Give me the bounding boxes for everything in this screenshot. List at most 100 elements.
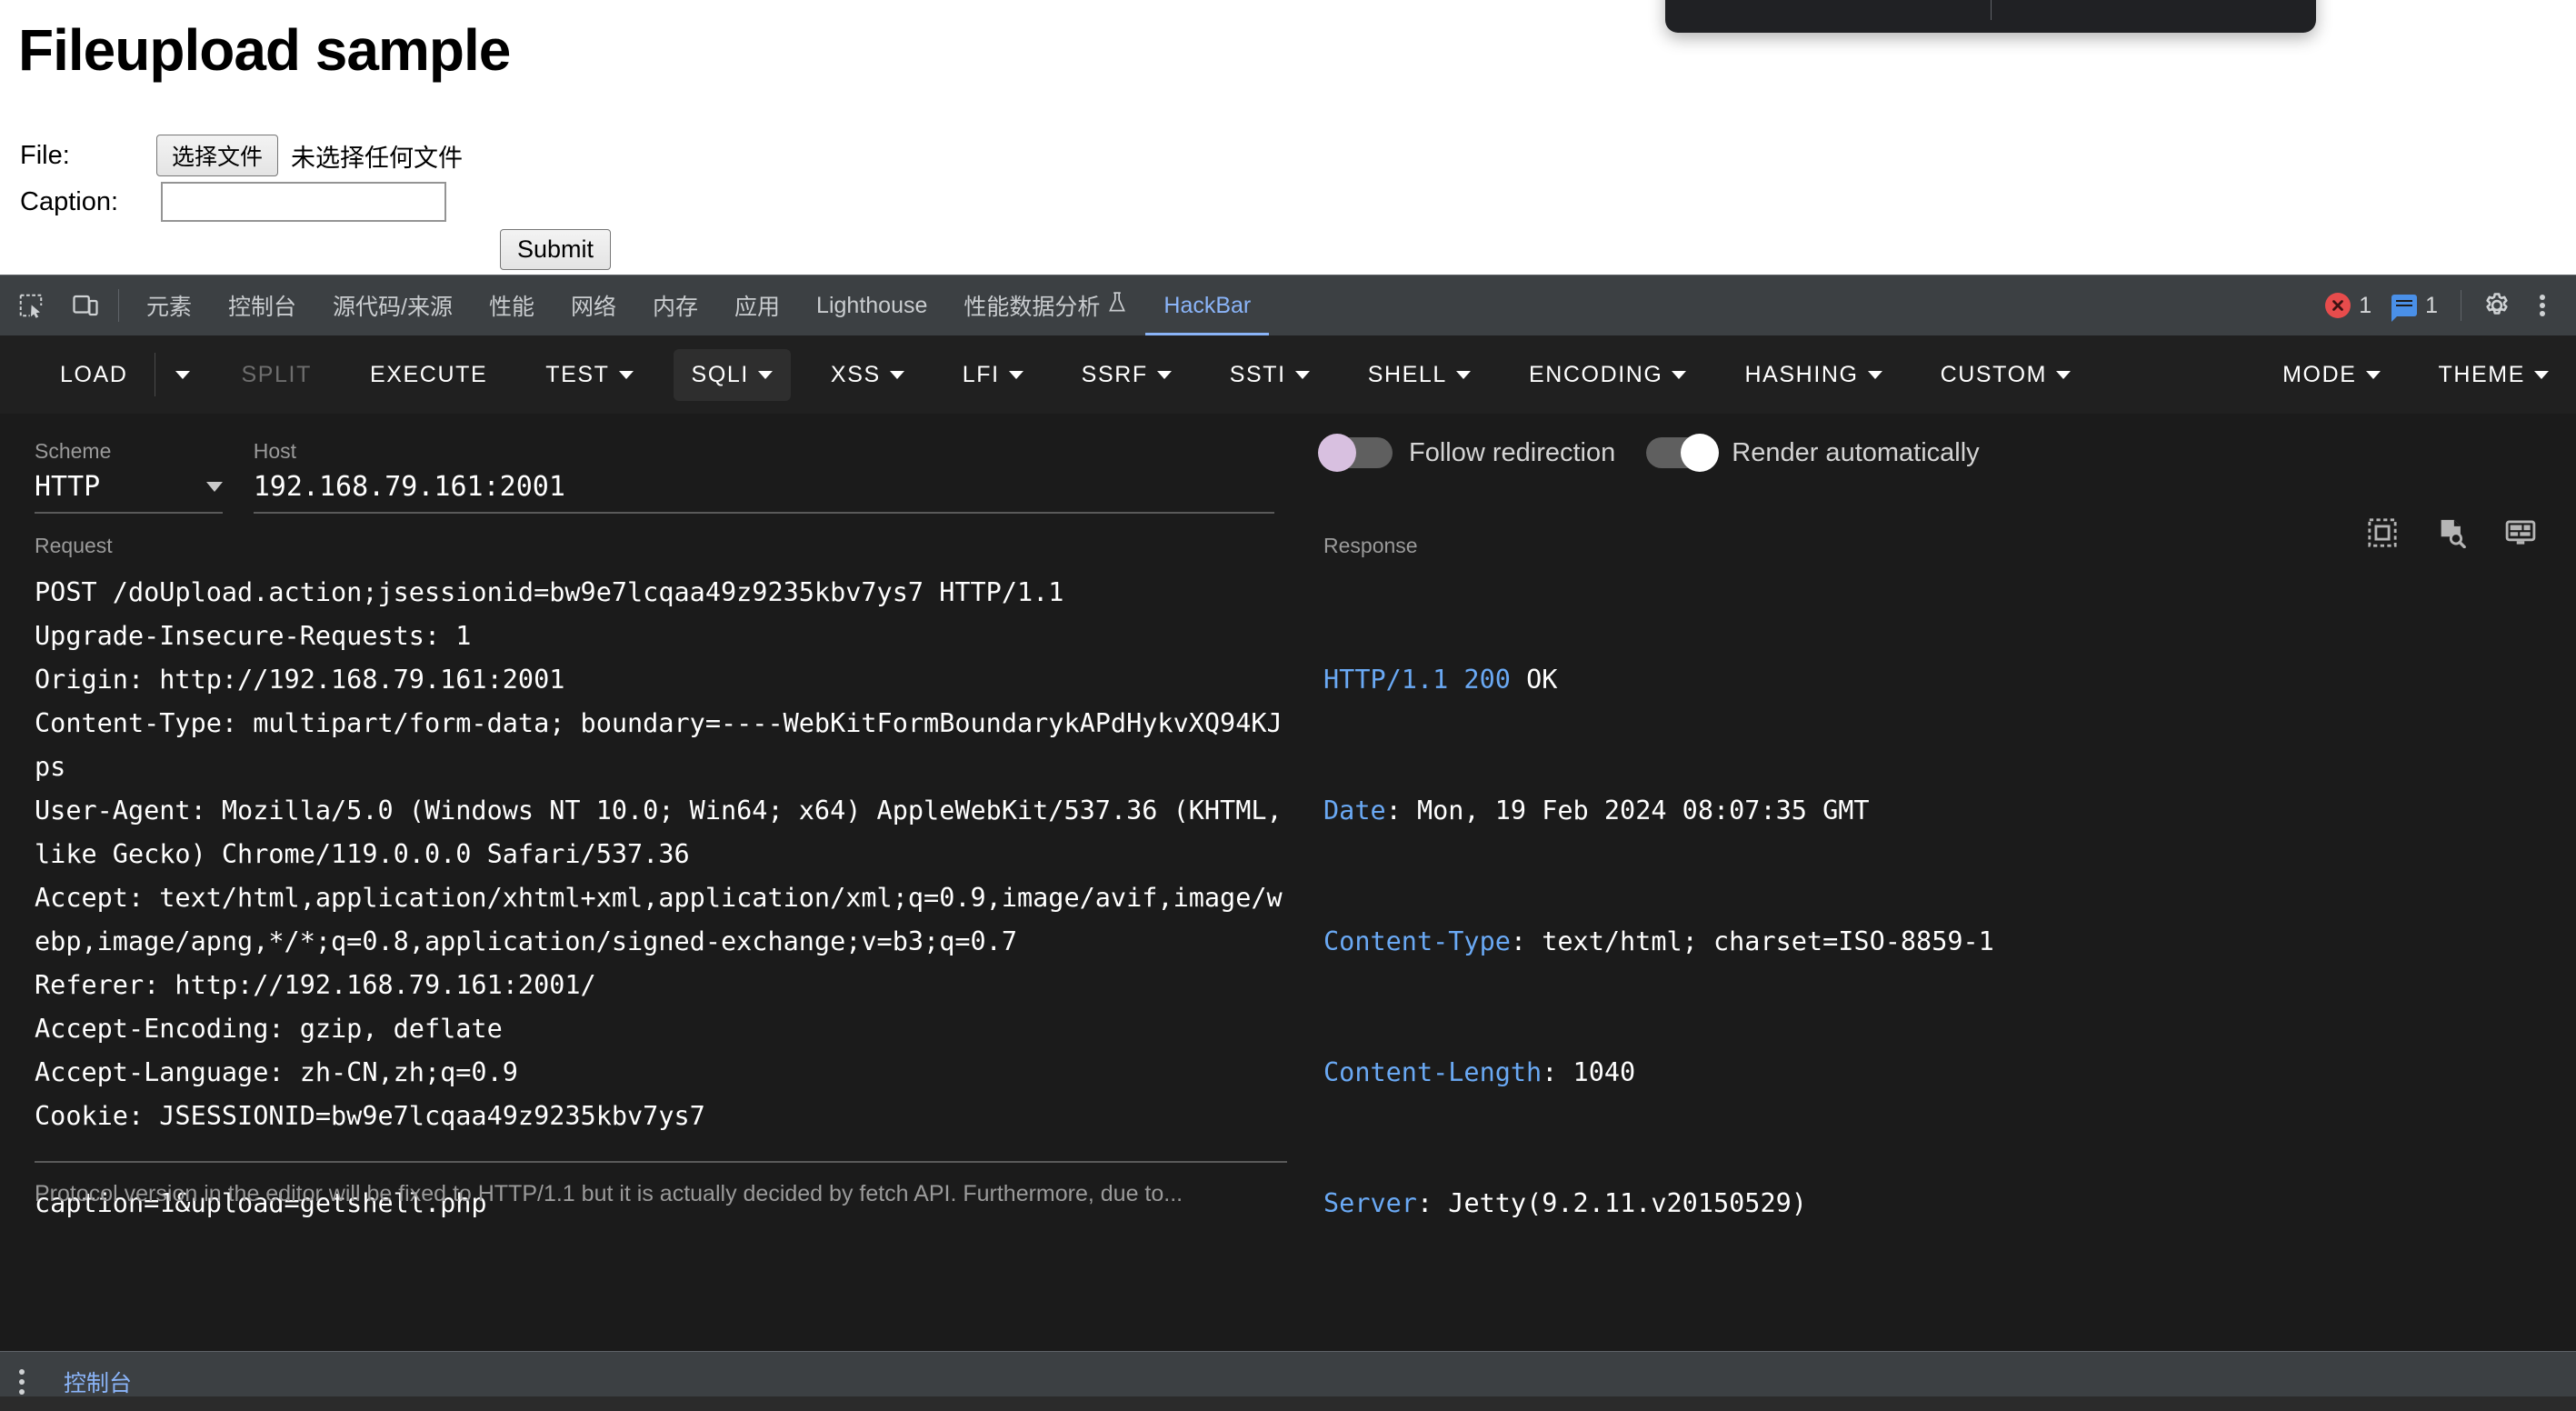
choose-file-button[interactable]: 选择文件	[156, 135, 278, 176]
execute-button[interactable]: EXECUTE	[352, 349, 505, 401]
response-toolbar	[2367, 517, 2536, 553]
kebab-menu-icon[interactable]	[2521, 285, 2563, 326]
tab-label: HackBar	[1163, 293, 1251, 319]
response-header-line: Server: Jetty(9.2.11.v20150529)	[1323, 1182, 2541, 1226]
tab-label: 性能	[489, 289, 534, 322]
tab-label: 源代码/来源	[333, 289, 453, 322]
encoding-label: ENCODING	[1529, 362, 1663, 388]
url-row: Scheme HTTP Host 192.168.79.161:2001	[0, 414, 1309, 514]
tab-label: 控制台	[228, 289, 296, 322]
hackbar-toolbar: LOAD SPLIT EXECUTE TEST SQLI XSS LFI SSR…	[0, 335, 2576, 414]
host-field[interactable]: Host 192.168.79.161:2001	[254, 439, 1274, 514]
tab-label: 内存	[653, 289, 698, 322]
tab-memory[interactable]: 内存	[634, 275, 716, 336]
response-label: Response	[1323, 534, 1418, 558]
xss-button[interactable]: XSS	[813, 349, 923, 401]
browser-page-area: Fileupload sample File: 选择文件 未选择任何文件 Cap…	[0, 0, 2576, 275]
tab-hackbar[interactable]: HackBar	[1145, 275, 1269, 336]
xss-label: XSS	[831, 362, 881, 388]
ssrf-caret-icon	[1157, 371, 1172, 379]
lfi-button[interactable]: LFI	[944, 349, 1042, 401]
tab-sources[interactable]: 源代码/来源	[315, 275, 471, 336]
tabbar-right-controls: 1 1	[2317, 285, 2576, 326]
error-icon	[2325, 293, 2351, 318]
render-automatically-toggle[interactable]: Render automatically	[1646, 437, 1979, 468]
tab-network[interactable]: 网络	[553, 275, 634, 336]
theme-button[interactable]: THEME	[2421, 349, 2568, 401]
scheme-value-text: HTTP	[35, 471, 100, 503]
mode-button[interactable]: MODE	[2264, 349, 2398, 401]
custom-button[interactable]: CUSTOM	[1922, 349, 2089, 401]
sqli-label: SQLI	[692, 362, 749, 388]
ssti-label: SSTI	[1230, 362, 1286, 388]
gear-icon[interactable]	[2476, 285, 2518, 326]
ssti-button[interactable]: SSTI	[1212, 349, 1328, 401]
request-editor[interactable]: POST /doUpload.action;jsessionid=bw9e7lc…	[35, 571, 1287, 1226]
encoding-caret-icon	[1672, 371, 1686, 379]
render-preview-icon[interactable]	[2505, 517, 2536, 553]
message-badge[interactable]: 1	[2383, 293, 2446, 319]
scheme-field[interactable]: Scheme HTTP	[35, 439, 223, 514]
error-badge[interactable]: 1	[2317, 293, 2380, 319]
drawer-tab-label: 控制台	[64, 1366, 132, 1398]
submit-button[interactable]: Submit	[500, 229, 611, 270]
header-value: Jetty(9.2.11.v20150529)	[1433, 1188, 1807, 1218]
response-status-line: HTTP/1.1 200 OK	[1323, 658, 2541, 702]
error-count: 1	[2359, 293, 2371, 319]
render-automatically-switch[interactable]	[1646, 437, 1715, 468]
scheme-label: Scheme	[35, 439, 223, 464]
custom-label: CUSTOM	[1941, 362, 2047, 388]
load-button[interactable]: LOAD	[42, 349, 145, 401]
document-search-icon[interactable]	[2436, 517, 2467, 553]
tab-elements[interactable]: 元素	[128, 275, 210, 336]
tab-label: 性能数据分析	[964, 289, 1100, 322]
request-response-panels: Request POST /doUpload.action;jsessionid…	[0, 534, 2576, 1351]
shell-caret-icon	[1456, 371, 1471, 379]
follow-redirection-toggle[interactable]: Follow redirection	[1323, 437, 1615, 468]
caption-row: Caption:	[20, 182, 446, 222]
tab-application[interactable]: 应用	[716, 275, 798, 336]
response-header-line: Content-Type: text/html; charset=ISO-885…	[1323, 920, 2541, 964]
header-name: Content-Length	[1323, 1057, 1542, 1087]
top-floating-panel	[1665, 0, 2316, 33]
popup-divider	[1991, 0, 1992, 20]
device-toolbar-icon[interactable]	[62, 282, 109, 329]
page-title: Fileupload sample	[18, 16, 510, 84]
xss-caret-icon	[890, 371, 904, 379]
response-header-line: Date: Mon, 19 Feb 2024 08:07:35 GMT	[1323, 789, 2541, 833]
ssrf-label: SSRF	[1082, 362, 1148, 388]
tab-console[interactable]: 控制台	[210, 275, 315, 336]
load-dropdown-caret-icon[interactable]	[165, 358, 201, 392]
hackbar-panel: LOAD SPLIT EXECUTE TEST SQLI XSS LFI SSR…	[0, 335, 2576, 1351]
load-label: LOAD	[60, 362, 127, 388]
execute-label: EXECUTE	[370, 362, 487, 388]
sqli-button[interactable]: SQLI	[674, 349, 791, 401]
shell-button[interactable]: SHELL	[1350, 349, 1489, 401]
host-input[interactable]: 192.168.79.161:2001	[254, 471, 1274, 512]
status-proto: HTTP/1.1 200	[1323, 665, 1511, 695]
header-name: Date	[1323, 796, 1386, 826]
message-count: 1	[2425, 293, 2438, 319]
select-area-icon[interactable]	[2367, 517, 2398, 553]
hashing-button[interactable]: HASHING	[1726, 349, 1900, 401]
chevron-down-icon	[206, 482, 223, 492]
host-label: Host	[254, 439, 1274, 464]
test-caret-icon	[619, 371, 634, 379]
toggle-group: Follow redirection Render automatically	[1323, 437, 1980, 468]
encoding-button[interactable]: ENCODING	[1511, 349, 1705, 401]
response-viewer[interactable]: HTTP/1.1 200 OK Date: Mon, 19 Feb 2024 0…	[1323, 571, 2541, 1411]
scheme-select[interactable]: HTTP	[35, 471, 223, 512]
ssrf-button[interactable]: SSRF	[1063, 349, 1190, 401]
tab-performance[interactable]: 性能	[471, 275, 553, 336]
test-button[interactable]: TEST	[527, 349, 651, 401]
inspect-element-icon[interactable]	[7, 282, 55, 329]
lfi-caret-icon	[1009, 371, 1023, 379]
tab-lighthouse[interactable]: Lighthouse	[798, 275, 945, 336]
follow-redirection-switch[interactable]	[1323, 437, 1393, 468]
header-value: Mon, 19 Feb 2024 08:07:35 GMT	[1402, 796, 1870, 826]
response-blank-line	[1323, 1313, 2541, 1356]
ssti-caret-icon	[1295, 371, 1310, 379]
tab-performance-insights[interactable]: 性能数据分析	[945, 275, 1145, 336]
caption-input[interactable]	[161, 182, 446, 222]
split-button: SPLIT	[223, 349, 329, 401]
